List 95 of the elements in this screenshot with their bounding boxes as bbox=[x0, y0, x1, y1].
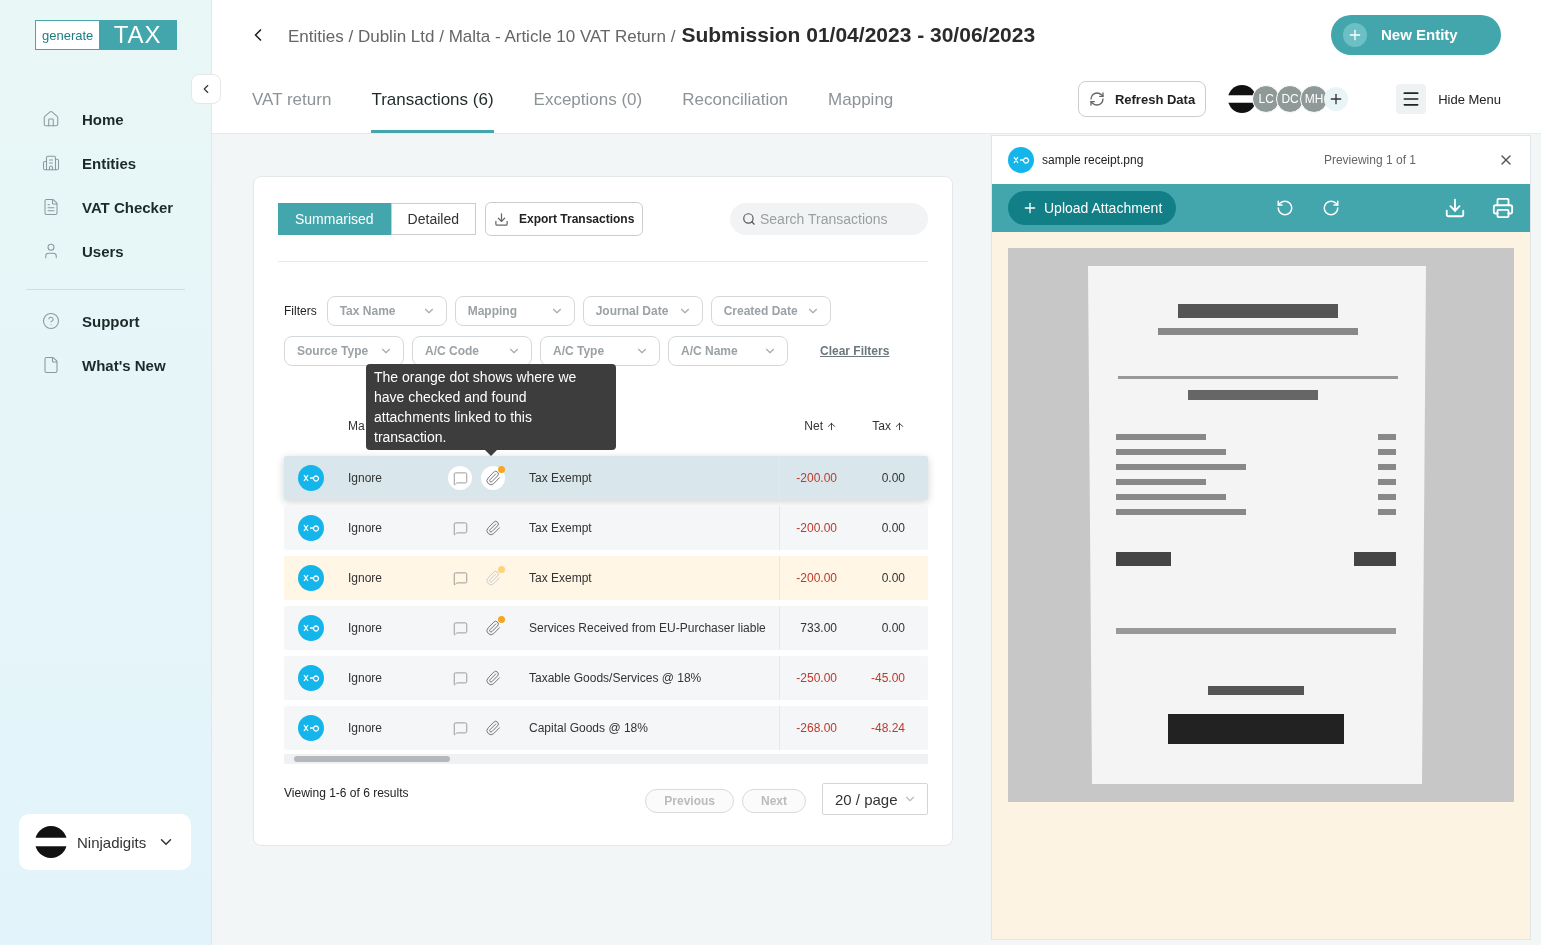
sidebar-item[interactable]: Users bbox=[42, 240, 211, 262]
table-cell: -200.00 bbox=[779, 556, 851, 600]
table-cell-text: Ignore bbox=[348, 621, 384, 635]
logo-text: TAX bbox=[99, 21, 176, 49]
filters-label: Filters bbox=[284, 304, 317, 318]
comment-icon[interactable] bbox=[452, 570, 468, 586]
table-row[interactable]: Ignore Taxable Goods/Services @ 18% -250.00 -45.00 bbox=[284, 656, 928, 700]
table-cell-text: 0.00 bbox=[880, 521, 906, 535]
paperclip-icon[interactable] bbox=[485, 570, 501, 586]
download-icon[interactable] bbox=[1444, 197, 1466, 219]
help-icon bbox=[42, 312, 60, 330]
table-cell: -268.00 bbox=[779, 706, 851, 750]
comment-icon[interactable] bbox=[452, 470, 468, 486]
add-user-button[interactable] bbox=[1324, 87, 1349, 112]
table-row[interactable]: Ignore Tax Exempt -200.00 0.00 bbox=[284, 456, 928, 500]
rotate-right-icon[interactable] bbox=[1322, 199, 1341, 217]
table-cell-text: -45.00 bbox=[869, 671, 906, 685]
export-button[interactable]: Export Transactions bbox=[484, 202, 644, 236]
comment-icon[interactable] bbox=[452, 620, 468, 636]
building-icon bbox=[42, 154, 60, 172]
table-cell-text: Taxable Goods/Services @ 18% bbox=[529, 671, 703, 685]
table-cell-text: Services Received from EU-Purchaser liable bbox=[529, 621, 767, 635]
table-cell: -200.00 bbox=[779, 506, 851, 550]
tab[interactable]: Transactions (6) bbox=[371, 69, 494, 133]
paperclip-icon[interactable] bbox=[485, 470, 501, 486]
table-cell-text: -48.24 bbox=[869, 721, 906, 735]
column-header[interactable]: Tax bbox=[851, 419, 919, 433]
table-cell-text: Ignore bbox=[348, 721, 384, 735]
user-icon bbox=[42, 242, 60, 260]
print-icon[interactable] bbox=[1492, 197, 1514, 219]
document-icon bbox=[42, 198, 60, 216]
comment-icon[interactable] bbox=[452, 720, 468, 736]
column-header[interactable]: Net bbox=[779, 419, 851, 433]
xero-logo-icon bbox=[298, 465, 324, 491]
clear-filters-link[interactable]: Clear Filters bbox=[820, 344, 890, 358]
table-cell-text: Ignore bbox=[348, 471, 384, 485]
account-menu[interactable]: Ninjadigits bbox=[19, 814, 191, 870]
table-cell-text: Ignore bbox=[348, 521, 384, 535]
scrollbar[interactable] bbox=[284, 754, 928, 764]
avatar-icon bbox=[1228, 85, 1257, 114]
collapse-button[interactable] bbox=[191, 74, 221, 104]
table-cell: -250.00 bbox=[779, 656, 851, 700]
avatar-icon bbox=[35, 826, 67, 858]
xero-logo-icon bbox=[298, 615, 324, 641]
sidebar-item[interactable]: VAT Checker bbox=[42, 196, 211, 218]
table-cell-text: Capital Goods @ 18% bbox=[529, 721, 649, 735]
results-summary: Viewing 1-6 of 6 results bbox=[284, 786, 409, 800]
rotate-left-icon[interactable] bbox=[1276, 199, 1295, 217]
table-cell: 733.00 bbox=[779, 606, 851, 650]
view-toggle[interactable]: Detailed bbox=[390, 203, 476, 235]
page-size-select[interactable]: 20 / page bbox=[822, 783, 928, 815]
paperclip-icon[interactable] bbox=[485, 620, 501, 636]
xero-logo-icon bbox=[298, 565, 324, 591]
table-cell-text: Ignore bbox=[348, 571, 384, 585]
table-cell-text: Tax Exempt bbox=[529, 571, 593, 585]
sort-arrow-icon bbox=[894, 420, 905, 432]
xero-logo-icon bbox=[298, 715, 324, 741]
table-row[interactable]: Ignore Services Received from EU-Purchaser liable 733.00 0.00 bbox=[284, 606, 928, 650]
file-icon bbox=[42, 356, 60, 374]
paperclip-icon[interactable] bbox=[485, 670, 501, 686]
xero-logo-icon bbox=[298, 665, 324, 691]
logo-text: generate bbox=[36, 21, 100, 49]
comment-icon[interactable] bbox=[452, 670, 468, 686]
sidebar-item[interactable]: Entities bbox=[42, 152, 211, 174]
refresh-button[interactable]: Refresh Data bbox=[1077, 81, 1207, 118]
table-cell-text: Tax Exempt bbox=[529, 521, 593, 535]
upload-button[interactable]: Upload Attachment bbox=[1008, 191, 1177, 225]
paperclip-icon[interactable] bbox=[485, 720, 501, 736]
table-cell-text: 0.00 bbox=[880, 571, 906, 585]
file-name: sample receipt.png bbox=[1042, 153, 1144, 167]
table-cell: -200.00 bbox=[779, 456, 851, 500]
table-cell-text: 0.00 bbox=[880, 621, 906, 635]
table-row[interactable]: Ignore Capital Goods @ 18% -268.00 -48.24 bbox=[284, 706, 928, 750]
tooltip: The orange dot shows where we have checked and found attachments linked to this transaction. bbox=[366, 364, 616, 450]
sidebar-item[interactable]: Support bbox=[42, 310, 211, 332]
xero-logo-icon bbox=[298, 515, 324, 541]
comment-icon[interactable] bbox=[452, 520, 468, 536]
hide-menu-button[interactable]: Hide Menu bbox=[1396, 84, 1501, 115]
sidebar-item[interactable]: What's New bbox=[42, 354, 211, 376]
plus-icon bbox=[1022, 200, 1038, 216]
table-row[interactable]: Ignore Tax Exempt -200.00 0.00 bbox=[284, 556, 928, 600]
breadcrumb: Entities / Dublin Ltd / Malta - Article 10 VAT Return / Submission 01/04/2023 - 30/06/2023 bbox=[288, 22, 1037, 47]
home-icon bbox=[42, 110, 60, 128]
preview-status: Previewing 1 of 1 bbox=[1323, 153, 1416, 167]
table-row[interactable]: Ignore Tax Exempt -200.00 0.00 bbox=[284, 506, 928, 550]
table-cell-text: Ignore bbox=[348, 671, 384, 685]
table-cell-text: Tax Exempt bbox=[529, 471, 593, 485]
sidebar-item[interactable]: Home bbox=[42, 108, 211, 130]
download-icon bbox=[493, 211, 509, 227]
table-cell-text: 0.00 bbox=[880, 471, 906, 485]
xero-logo-icon bbox=[1008, 147, 1034, 173]
sort-arrow-icon bbox=[826, 420, 837, 432]
search-field[interactable]: Search Transactions bbox=[730, 203, 928, 235]
refresh-icon bbox=[1088, 91, 1105, 108]
paperclip-icon[interactable] bbox=[485, 520, 501, 536]
